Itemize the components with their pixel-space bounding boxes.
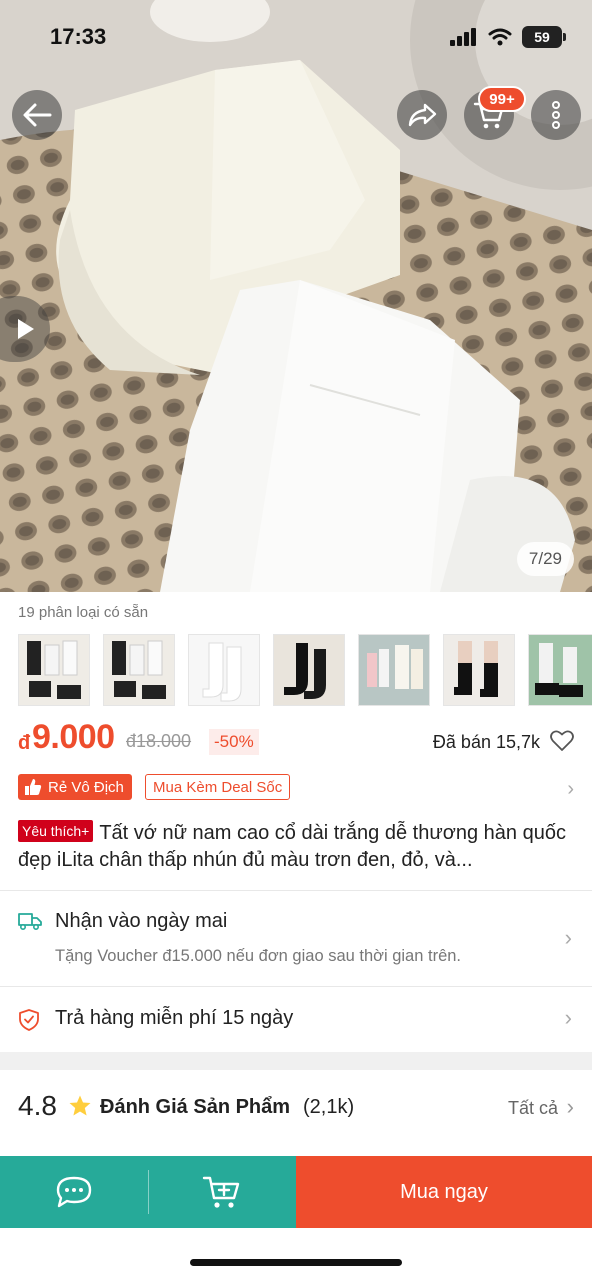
shipping-title: Nhận vào ngày mai [55, 910, 228, 932]
heart-icon[interactable] [550, 730, 574, 752]
variant-thumbnail[interactable] [273, 634, 345, 706]
battery-indicator: 59 [522, 26, 566, 48]
variant-image [359, 635, 429, 705]
status-bar: 17:33 59 [0, 0, 592, 76]
shipping-subtitle: Tặng Voucher đ15.000 nếu đơn giao sau th… [55, 947, 462, 965]
thumbs-up-icon [25, 779, 42, 795]
variant-image [104, 635, 174, 705]
chevron-right-icon: › [564, 1005, 572, 1030]
more-button[interactable] [531, 90, 581, 140]
variant-image [444, 635, 514, 705]
shield-icon [19, 1009, 39, 1031]
buy-now-button[interactable]: Mua ngay [296, 1156, 592, 1228]
shipping-section[interactable]: Nhận vào ngày mai Tặng Voucher đ15.000 n… [0, 891, 592, 986]
returns-title: Trả hàng miễn phí 15 ngày [55, 1007, 294, 1029]
variant-image [529, 635, 592, 705]
variant-thumbnails [18, 634, 592, 706]
status-time: 17:33 [50, 24, 107, 49]
image-counter: 7/29 [516, 542, 574, 576]
deal-tag: Mua Kèm Deal Sốc [145, 774, 291, 800]
original-price: đ18.000 [126, 731, 192, 751]
chevron-right-icon: › [567, 778, 574, 800]
variant-image [19, 635, 89, 705]
star-icon [69, 1095, 91, 1116]
home-indicator [190, 1259, 402, 1266]
cheapest-tag: Rẻ Vô Địch [18, 774, 132, 800]
play-icon [18, 319, 34, 339]
cheapest-tag-label: Rẻ Vô Địch [48, 778, 124, 796]
chat-icon [56, 1176, 92, 1208]
variant-thumbnail[interactable] [528, 634, 592, 706]
share-button[interactable] [397, 90, 447, 140]
promo-tags-row[interactable]: Rẻ Vô Địch Mua Kèm Deal Sốc › [18, 774, 574, 802]
cart-count-badge: 99+ [478, 86, 526, 112]
product-image-gallery[interactable]: 17:33 59 99+ 7/29 [0, 0, 592, 592]
product-title: Tất vớ nữ nam cao cổ dài trắng dễ thương… [18, 822, 566, 871]
price-currency: đ [18, 732, 31, 754]
ratings-title: Đánh Giá Sản Phẩm [100, 1096, 291, 1118]
add-to-cart-button[interactable] [148, 1156, 296, 1228]
discount-badge: -50% [209, 729, 259, 755]
variant-image [189, 635, 259, 705]
returns-section[interactable]: Trả hàng miễn phí 15 ngày › [0, 987, 592, 1051]
sold-count: Đã bán 15,7k [432, 732, 540, 752]
current-price: 9.000 [32, 718, 115, 756]
chat-button[interactable] [0, 1156, 148, 1228]
variant-thumbnail[interactable] [443, 634, 515, 706]
favorite-plus-badge: Yêu thích+ [18, 820, 94, 842]
share-icon [408, 103, 437, 127]
variant-thumbnail[interactable] [188, 634, 260, 706]
variants-count-label: 19 phân loại có sẵn [18, 604, 149, 621]
wifi-icon [488, 28, 512, 46]
rating-score: 4.8 [18, 1090, 57, 1121]
see-all-link[interactable]: Tất cả [508, 1098, 558, 1119]
chevron-right-icon: › [564, 925, 572, 950]
signal-icon [450, 28, 476, 46]
add-to-cart-icon [202, 1176, 240, 1208]
ratings-count: (2,1k) [303, 1096, 355, 1118]
truck-icon [18, 913, 42, 931]
variant-thumbnail[interactable] [358, 634, 430, 706]
product-title-block: Yêu thích+ Tất vớ nữ nam cao cổ dài trắng… [18, 820, 574, 874]
variant-thumbnail[interactable] [103, 634, 175, 706]
status-icons: 59 [450, 26, 566, 48]
variant-image [274, 635, 344, 705]
chevron-right-icon: › [566, 1094, 574, 1119]
variant-thumbnail[interactable] [18, 634, 90, 706]
section-separator [0, 1052, 592, 1070]
back-button[interactable] [12, 90, 62, 140]
ratings-header[interactable]: 4.8 Đánh Giá Sản Phẩm (2,1k) Tất cả › [18, 1088, 574, 1128]
bottom-action-bar: Mua ngay [0, 1156, 592, 1228]
price-row: đ 9.000 đ18.000 -50% Đã bán 15,7k [18, 718, 574, 762]
more-icon [552, 101, 560, 129]
back-arrow-icon [23, 103, 52, 127]
